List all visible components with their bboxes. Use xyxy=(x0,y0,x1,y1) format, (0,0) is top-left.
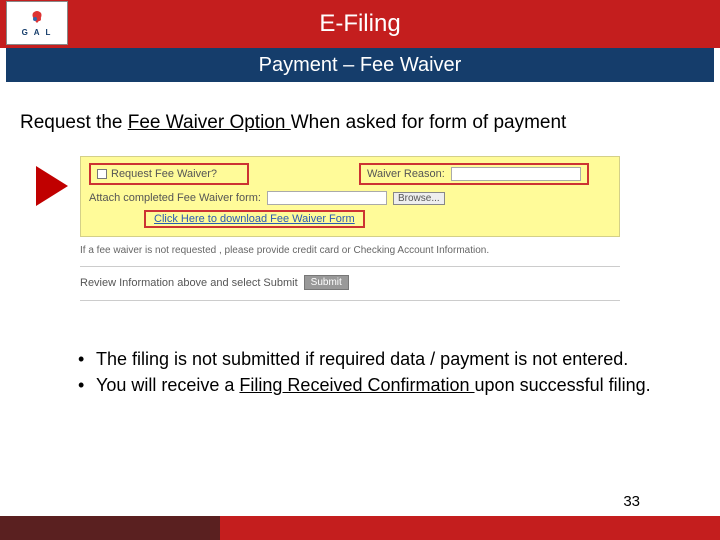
page-subtitle: Payment – Fee Waiver xyxy=(259,54,462,77)
logo-text: G A L xyxy=(22,28,53,37)
request-fee-waiver-field[interactable]: Request Fee Waiver? xyxy=(89,163,249,185)
download-link-text[interactable]: Click Here to download Fee Waiver Form xyxy=(154,213,355,225)
browse-button[interactable]: Browse... xyxy=(393,192,445,205)
bullet-2-suffix: upon successful filing. xyxy=(475,375,651,395)
request-label: Request Fee Waiver? xyxy=(111,168,217,180)
attach-row: Attach completed Fee Waiver form: Browse… xyxy=(89,191,611,205)
bullet-2-prefix: You will receive a xyxy=(96,375,239,395)
attach-label: Attach completed Fee Waiver form: xyxy=(89,192,261,204)
instruction-underlined: Fee Waiver Option xyxy=(128,112,291,133)
footer-red xyxy=(220,516,720,540)
bullet-2: You will receive a Filing Received Confi… xyxy=(78,373,670,397)
divider-2 xyxy=(80,300,620,301)
footer-bar xyxy=(0,516,720,540)
footer-dark xyxy=(0,516,220,540)
bullet-1-text: The filing is not submitted if required … xyxy=(96,349,628,369)
waiver-reason-field[interactable]: Waiver Reason: xyxy=(359,163,589,185)
waiver-note: If a fee waiver is not requested , pleas… xyxy=(80,245,620,256)
logo: G A L xyxy=(6,1,68,45)
review-row: Review Information above and select Subm… xyxy=(80,275,700,290)
subtitle-bar: Payment – Fee Waiver xyxy=(0,48,720,82)
reason-label: Waiver Reason: xyxy=(367,168,445,180)
form-screenshot: Request Fee Waiver? Waiver Reason: Attac… xyxy=(80,156,700,237)
page-number: 33 xyxy=(623,493,640,510)
header-bar: G A L E-Filing xyxy=(0,0,720,48)
submit-button[interactable]: Submit xyxy=(304,275,349,290)
download-link-box[interactable]: Click Here to download Fee Waiver Form xyxy=(144,210,365,228)
fee-waiver-panel: Request Fee Waiver? Waiver Reason: Attac… xyxy=(80,156,620,237)
bullet-1: The filing is not submitted if required … xyxy=(78,347,670,371)
divider xyxy=(80,266,620,267)
content-area: Request the Fee Waiver Option When asked… xyxy=(0,82,720,398)
arrow-icon xyxy=(30,162,72,210)
instruction-prefix: Request the xyxy=(20,112,128,133)
instruction-text: Request the Fee Waiver Option When asked… xyxy=(20,112,700,134)
bullet-2-underlined: Filing Received Confirmation xyxy=(239,375,474,395)
bullet-list: The filing is not submitted if required … xyxy=(20,347,700,398)
instruction-suffix: When asked for form of payment xyxy=(291,112,567,133)
review-text: Review Information above and select Subm… xyxy=(80,277,298,289)
attach-input[interactable] xyxy=(267,191,387,205)
reason-select[interactable] xyxy=(451,167,581,181)
page-title: E-Filing xyxy=(319,10,400,38)
gal-logo-icon xyxy=(28,10,46,28)
checkbox-icon[interactable] xyxy=(97,169,107,179)
